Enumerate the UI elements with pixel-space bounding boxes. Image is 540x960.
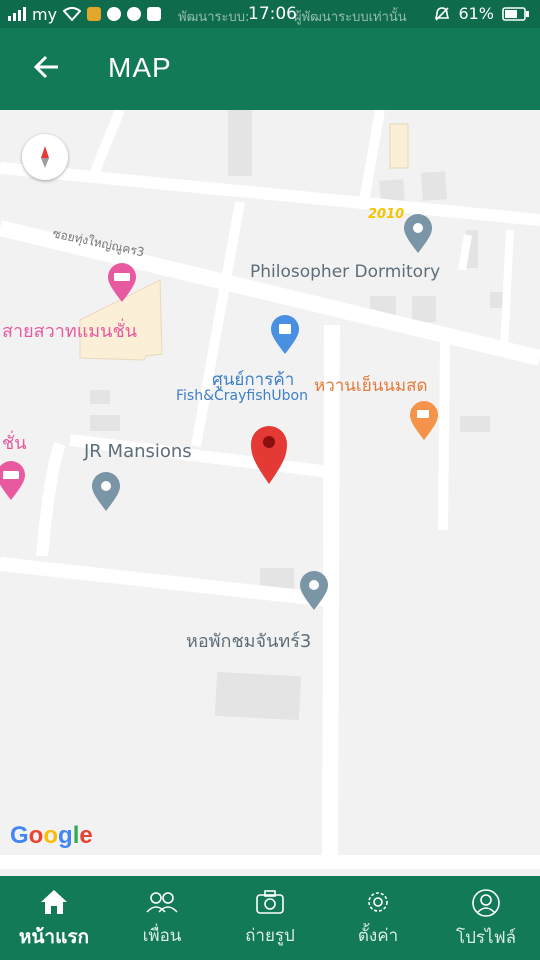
- ticker-right: ผู้พัฒนาระบบเท่านั้น: [294, 10, 407, 25]
- compass-icon: [41, 146, 49, 168]
- signal-icon: [8, 7, 26, 21]
- carrier-label: my: [32, 4, 58, 24]
- building: [228, 110, 252, 176]
- google-logo-letter: g: [58, 822, 73, 849]
- google-logo-letter: o: [43, 822, 59, 849]
- google-logo-letter: o: [28, 822, 44, 849]
- selected-location-marker[interactable]: [251, 426, 287, 484]
- poi-label-philosopher[interactable]: Philosopher Dormitory: [250, 262, 440, 282]
- google-logo: Google: [10, 822, 93, 850]
- google-logo-letter: G: [10, 822, 29, 849]
- page-title: MAP: [108, 52, 172, 83]
- status-left: my: [8, 4, 162, 24]
- camera-icon: [256, 890, 284, 914]
- gear-icon: [368, 892, 388, 912]
- nav-item-friends[interactable]: เพื่อน: [108, 876, 216, 960]
- shield-icon: [147, 7, 162, 21]
- pin-cafe[interactable]: [410, 401, 438, 440]
- nav-label-friends: เพื่อน: [142, 926, 182, 946]
- pin-hotel-partial[interactable]: [0, 461, 25, 500]
- wifi-icon: [63, 7, 82, 21]
- roads: [0, 110, 540, 869]
- poi-label-sweet[interactable]: หวานเย็นนมสด: [314, 372, 428, 399]
- nav-label-home: หน้าแรก: [18, 926, 90, 948]
- pin-philosopher[interactable]: [404, 214, 432, 253]
- compass-button[interactable]: [22, 134, 68, 180]
- nav-label-profile: โปรไฟล์: [455, 928, 517, 948]
- bottom-nav: หน้าแรก เพื่อน ถ่ายรูป ตั้งค่า โปรไฟล์: [0, 876, 540, 960]
- google-logo-letter: e: [79, 822, 93, 849]
- messenger-icon: [107, 7, 122, 21]
- map-view[interactable]: ซอยทุ่งใหญ่ณูคร3 2010 Philosopher Dormit…: [0, 110, 540, 876]
- map-canvas[interactable]: ซอยทุ่งใหญ่ณูคร3 2010: [0, 110, 540, 876]
- nav-item-settings[interactable]: ตั้งค่า: [324, 876, 432, 960]
- building: [421, 171, 447, 201]
- road-number-label: 2010: [368, 207, 404, 222]
- pin-jr-mansions[interactable]: [92, 472, 120, 511]
- nav-item-camera[interactable]: ถ่ายรูป: [216, 876, 324, 960]
- poi-label-partial[interactable]: ชั่น: [2, 428, 27, 457]
- nav-label-settings: ตั้งค่า: [357, 926, 399, 946]
- building: [90, 415, 120, 431]
- status-right: 61%: [434, 4, 530, 23]
- poi-label-saisawat[interactable]: สายสวาทแมนชั่น: [2, 316, 137, 345]
- back-button[interactable]: [30, 50, 70, 90]
- poi-label-jr[interactable]: JR Mansions: [84, 441, 192, 462]
- nav-label-camera: ถ่ายรูป: [245, 926, 295, 946]
- arrow-left-icon: [33, 55, 58, 79]
- building: [460, 416, 490, 432]
- building: [90, 390, 110, 404]
- chrome-icon: [127, 7, 142, 21]
- battery-icon: [502, 6, 529, 21]
- poi-label-shop-en[interactable]: Fish&CrayfishUbon: [176, 388, 308, 404]
- nav-item-home[interactable]: หน้าแรก: [0, 876, 108, 960]
- clock: 17:06: [248, 4, 297, 24]
- nav-item-profile[interactable]: โปรไฟล์: [432, 876, 540, 960]
- building: [214, 671, 302, 721]
- friends-icon: [146, 892, 178, 913]
- notification-icon: [87, 7, 102, 21]
- profile-icon: [472, 889, 500, 917]
- battery-percent: 61%: [458, 4, 494, 23]
- pin-shopping[interactable]: [271, 315, 299, 354]
- app-bar: MAP: [0, 28, 540, 110]
- mute-icon: [435, 6, 450, 21]
- home-icon: [41, 890, 67, 914]
- building: [389, 123, 409, 169]
- ticker-left: พัฒนาระบบ:: [178, 10, 248, 25]
- poi-label-chomchan[interactable]: หอพักชมจันทร์3: [186, 626, 311, 655]
- status-bar: my พัฒนาระบบ: 17:06 ผู้พัฒนาระบบเท่านั้น…: [0, 0, 540, 28]
- building: [412, 296, 436, 322]
